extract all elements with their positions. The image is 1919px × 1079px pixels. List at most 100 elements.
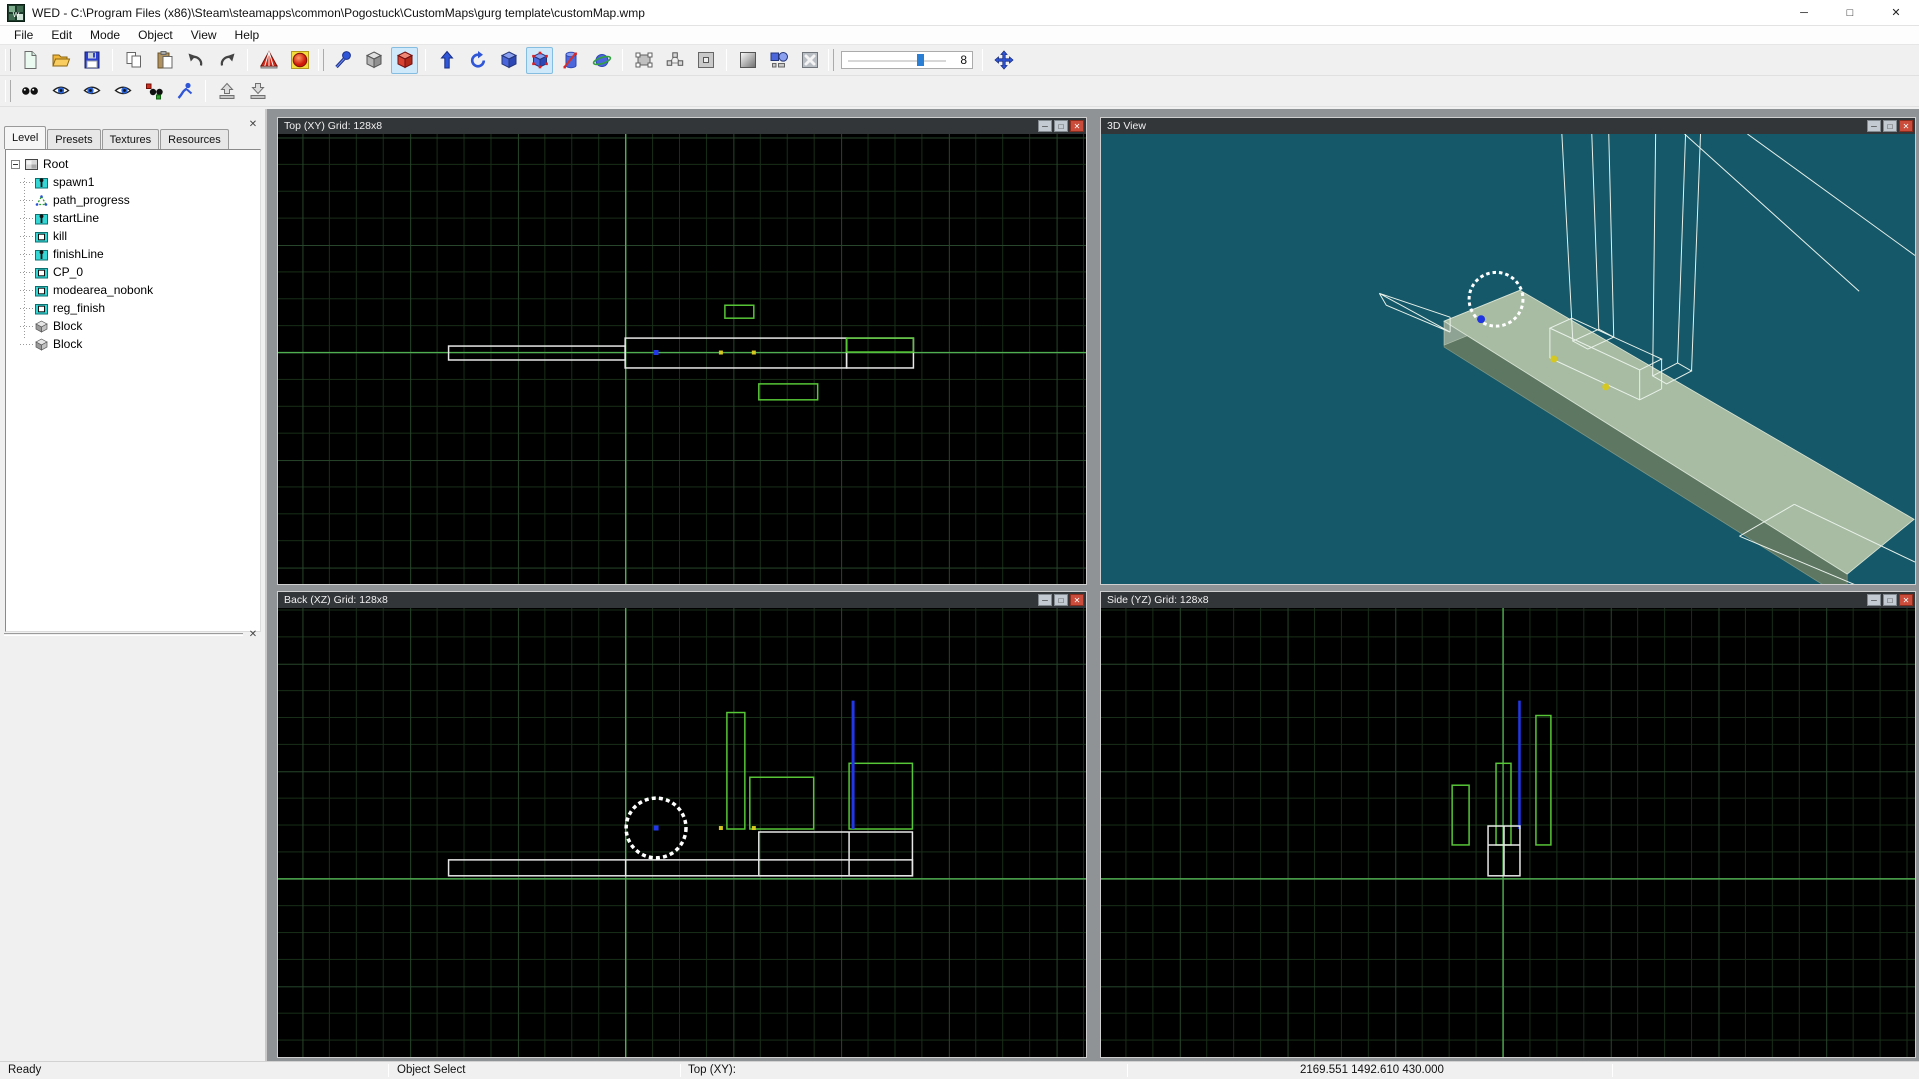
build-level-button[interactable]: [255, 47, 282, 74]
toolbar-separator: [205, 80, 206, 102]
undo-button[interactable]: [182, 47, 209, 74]
viewport-maximize-icon[interactable]: □: [1883, 120, 1897, 132]
tab-level[interactable]: Level: [4, 126, 47, 149]
viewport-close-icon[interactable]: ✕: [1070, 594, 1084, 606]
tree-item-spawn1[interactable]: spawn1: [6, 173, 260, 191]
maximize-button[interactable]: □: [1827, 0, 1873, 26]
status-divider: [680, 1064, 681, 1077]
collapse-icon[interactable]: [11, 159, 20, 169]
close-button[interactable]: ✕: [1873, 0, 1919, 26]
level-tree: Root spawn1 path_progress startLine kill…: [5, 149, 261, 632]
zoom-slider[interactable]: 8: [841, 51, 973, 69]
panel-close-icon[interactable]: ✕: [246, 117, 260, 131]
side-yz-canvas[interactable]: [1101, 608, 1915, 1057]
viewport-close-icon[interactable]: ✕: [1899, 120, 1913, 132]
group-button[interactable]: [630, 47, 657, 74]
tree-item-reg-finish[interactable]: reg_finish: [6, 299, 260, 317]
primitives-button[interactable]: [765, 47, 792, 74]
eye-view-3-button[interactable]: [109, 78, 136, 105]
menu-object[interactable]: Object: [129, 26, 182, 45]
figure-button[interactable]: [171, 78, 198, 105]
zoom-slider-track[interactable]: [848, 60, 946, 62]
viewport-close-icon[interactable]: ✕: [1899, 594, 1913, 606]
tab-presets[interactable]: Presets: [47, 129, 101, 149]
viewport-titlebar[interactable]: Back (XZ) Grid: 128x8 ─ □ ✕: [278, 592, 1086, 608]
eyes-button[interactable]: [16, 78, 43, 105]
viewport-titlebar[interactable]: Side (YZ) Grid: 128x8 ─ □ ✕: [1101, 592, 1915, 608]
menu-file[interactable]: File: [5, 26, 42, 45]
toolbar-grip[interactable]: [828, 49, 834, 71]
toolbar-grip[interactable]: [5, 80, 11, 102]
scope-up-button[interactable]: [213, 78, 240, 105]
status-divider: [1127, 1064, 1128, 1077]
viewport-close-icon[interactable]: ✕: [1070, 120, 1084, 132]
menu-view[interactable]: View: [182, 26, 226, 45]
tab-textures[interactable]: Textures: [101, 129, 160, 149]
texture-button[interactable]: [734, 47, 761, 74]
run-level-button[interactable]: [286, 47, 313, 74]
panel-close-icon[interactable]: ✕: [246, 627, 260, 641]
eye-view-2-button[interactable]: [78, 78, 105, 105]
pan-view-button[interactable]: [990, 47, 1017, 74]
viewport-maximize-icon[interactable]: □: [1054, 120, 1068, 132]
menu-bar: File Edit Mode Object View Help: [0, 26, 1919, 45]
tree-item-startline[interactable]: startLine: [6, 209, 260, 227]
eye-view-1-button[interactable]: [47, 78, 74, 105]
snap-button[interactable]: [692, 47, 719, 74]
tree-item-label: kill: [53, 229, 67, 243]
menu-edit[interactable]: Edit: [42, 26, 81, 45]
viewport-maximize-icon[interactable]: □: [1054, 594, 1068, 606]
delete-button[interactable]: [796, 47, 823, 74]
vertex-group-button[interactable]: [661, 47, 688, 74]
scale-tool-button[interactable]: [495, 47, 522, 74]
viewport-titlebar[interactable]: 3D View ─ □ ✕: [1101, 118, 1915, 134]
run-ball-icon: [290, 51, 309, 69]
redo-button[interactable]: [213, 47, 240, 74]
menu-mode[interactable]: Mode: [81, 26, 129, 45]
object-mode-button[interactable]: [360, 47, 387, 74]
tray-arrow-up-icon: [219, 82, 234, 99]
top-xy-canvas[interactable]: [278, 134, 1086, 584]
tree-item-modearea-nobonk[interactable]: modearea_nobonk: [6, 281, 260, 299]
save-button[interactable]: [78, 47, 105, 74]
sphere-edit-button[interactable]: [588, 47, 615, 74]
tree-item-kill[interactable]: kill: [6, 227, 260, 245]
eye-marker-button[interactable]: [140, 78, 167, 105]
eye-icon: [51, 86, 70, 95]
select-mode-button-active[interactable]: [391, 46, 418, 74]
toolbar-grip[interactable]: [318, 49, 324, 71]
tree-stub: [20, 343, 33, 345]
viewport-maximize-icon[interactable]: □: [1883, 594, 1897, 606]
tree-item-block-1[interactable]: Block: [6, 317, 260, 335]
toolbar-grip[interactable]: [5, 49, 11, 71]
tree-item-path-progress[interactable]: path_progress: [6, 191, 260, 209]
zoom-slider-thumb[interactable]: [917, 54, 925, 66]
tree-item-root[interactable]: Root: [6, 155, 260, 173]
viewport-minimize-icon[interactable]: ─: [1867, 594, 1881, 606]
viewport-minimize-icon[interactable]: ─: [1038, 594, 1052, 606]
tree-item-finishline[interactable]: finishLine: [6, 245, 260, 263]
eyes-pair-icon: [21, 87, 38, 95]
tree-item-cp0[interactable]: CP_0: [6, 263, 260, 281]
back-xz-canvas[interactable]: [278, 608, 1086, 1057]
vertex-edit-button-active[interactable]: [526, 46, 553, 74]
move-tool-button[interactable]: [433, 47, 460, 74]
viewport-minimize-icon[interactable]: ─: [1867, 120, 1881, 132]
select-tool-button[interactable]: [329, 47, 356, 74]
rotate-tool-button[interactable]: [464, 47, 491, 74]
tree-item-label: finishLine: [53, 247, 104, 261]
tab-resources[interactable]: Resources: [160, 129, 229, 149]
menu-help[interactable]: Help: [226, 26, 269, 45]
viewport-titlebar[interactable]: Top (XY) Grid: 128x8 ─ □ ✕: [278, 118, 1086, 134]
panel-splitter[interactable]: [4, 633, 243, 636]
copy-button[interactable]: [120, 47, 147, 74]
minimize-button[interactable]: ─: [1781, 0, 1827, 26]
paste-button[interactable]: [151, 47, 178, 74]
tree-item-block-2[interactable]: Block: [6, 335, 260, 353]
scope-down-button[interactable]: [244, 78, 271, 105]
new-file-button[interactable]: [16, 47, 43, 74]
edge-edit-button[interactable]: [557, 47, 584, 74]
view-3d-canvas[interactable]: [1101, 134, 1915, 584]
open-file-button[interactable]: [47, 47, 74, 74]
viewport-minimize-icon[interactable]: ─: [1038, 120, 1052, 132]
